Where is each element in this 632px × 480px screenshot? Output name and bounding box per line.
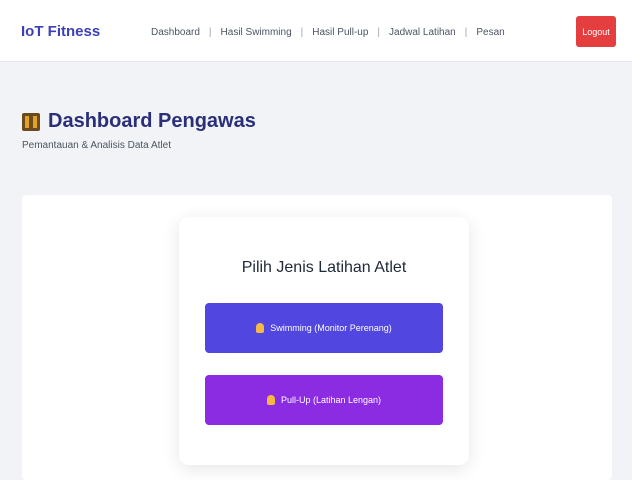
nav-separator: | xyxy=(464,27,468,38)
pullup-button-label: Pull-Up (Latihan Lengan) xyxy=(280,395,382,405)
selector-title: Pilih Jenis Latihan Atlet xyxy=(241,259,407,276)
page-subtitle: Pemantauan & Analisis Data Atlet xyxy=(22,140,171,151)
nav-link-pesan[interactable]: Pesan xyxy=(476,27,504,38)
brand-logo[interactable]: IoT Fitness xyxy=(21,23,100,40)
swimmer-icon xyxy=(256,323,265,333)
nav-separator: | xyxy=(377,27,381,38)
nav-link-dashboard[interactable]: Dashboard xyxy=(151,27,200,38)
navbar: IoT Fitness Dashboard | Hasil Swimming |… xyxy=(0,0,632,62)
page-title: Dashboard Pengawas xyxy=(48,110,256,132)
title-row: Dashboard Pengawas xyxy=(22,110,612,133)
nav-link-jadwal[interactable]: Jadwal Latihan xyxy=(389,27,456,38)
main-card: Pilih Jenis Latihan Atlet Swimming (Moni… xyxy=(22,195,612,480)
swimming-button[interactable]: Swimming (Monitor Perenang) xyxy=(205,303,443,353)
pullup-button[interactable]: Pull-Up (Latihan Lengan) xyxy=(205,375,443,425)
logout-button[interactable]: Logout xyxy=(576,16,616,47)
swimming-button-label: Swimming (Monitor Perenang) xyxy=(270,323,392,333)
page-header: Dashboard Pengawas Pemantauan & Analisis… xyxy=(22,110,612,151)
nav-link-pullup[interactable]: Hasil Pull-up xyxy=(312,27,368,38)
muscle-icon xyxy=(266,395,275,405)
nav-separator: | xyxy=(300,27,304,38)
nav-separator: | xyxy=(208,27,212,38)
castle-icon xyxy=(22,112,40,131)
nav-links: Dashboard | Hasil Swimming | Hasil Pull-… xyxy=(151,27,505,38)
nav-link-swimming[interactable]: Hasil Swimming xyxy=(221,27,292,38)
exercise-selector-card: Pilih Jenis Latihan Atlet Swimming (Moni… xyxy=(179,217,469,465)
